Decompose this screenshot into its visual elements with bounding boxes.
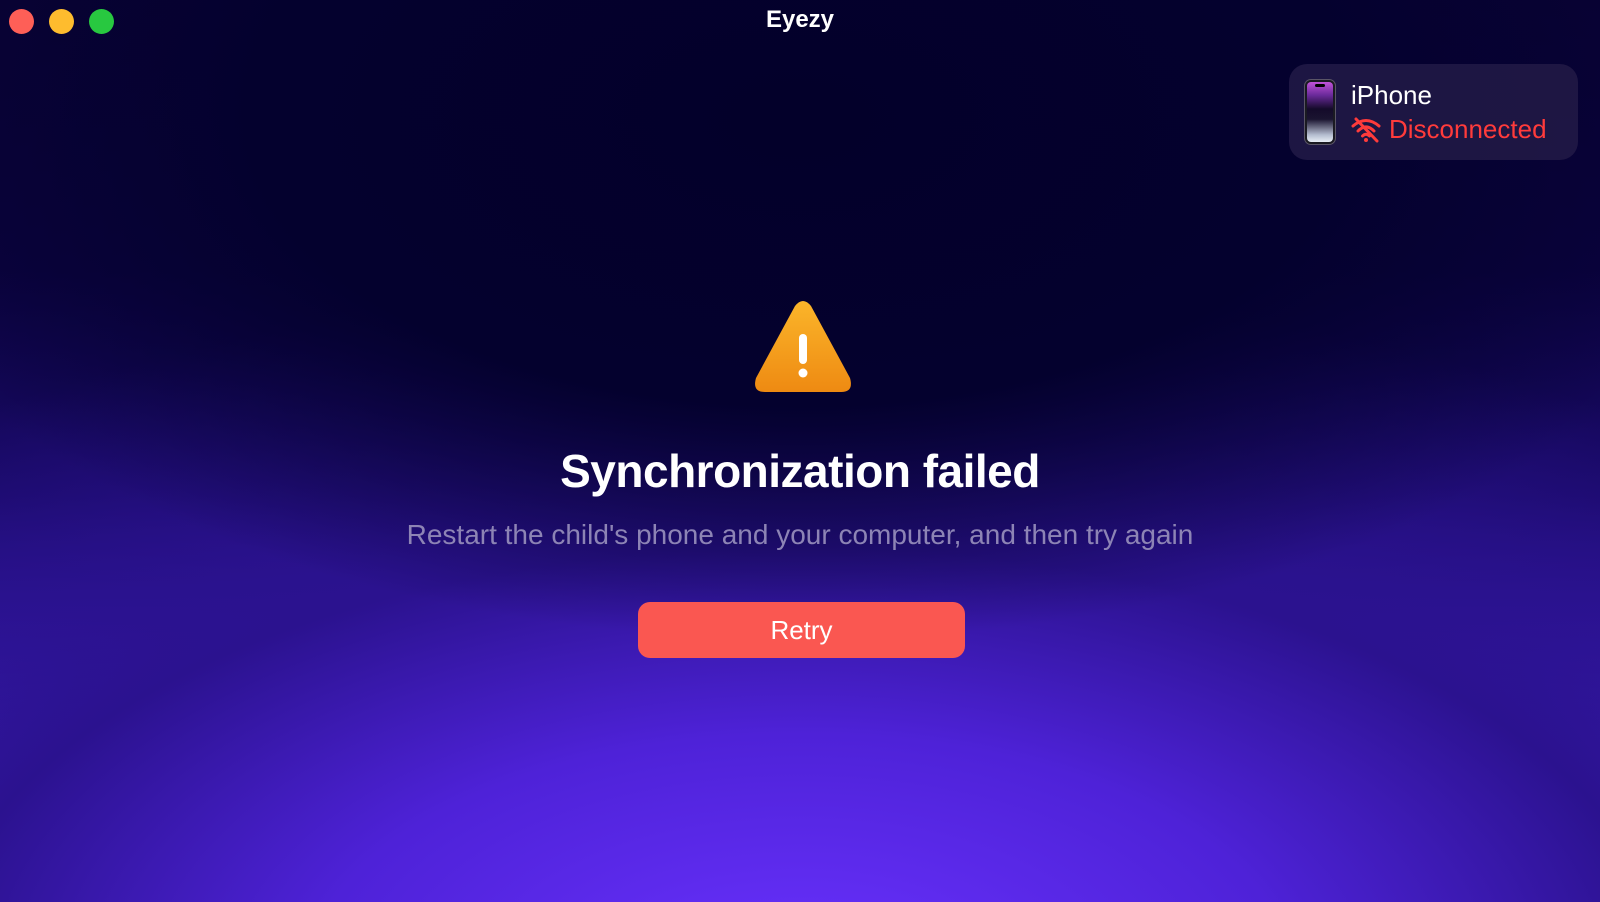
iphone-icon — [1305, 80, 1335, 144]
error-title: Synchronization failed — [560, 445, 1040, 497]
warning-icon — [755, 301, 851, 392]
retry-button[interactable]: Retry — [638, 602, 965, 658]
title-bar: Eyezy — [0, 0, 1600, 42]
device-name: iPhone — [1351, 80, 1432, 110]
window-title: Eyezy — [765, 6, 835, 33]
app-window: Eyezy iPhone Disconnected Synchronizatio… — [0, 0, 1600, 902]
device-status-label: Disconnected — [1389, 114, 1547, 144]
device-connection-status: Disconnected — [1351, 114, 1547, 145]
device-status-card[interactable]: iPhone Disconnected — [1289, 64, 1578, 160]
error-message: Restart the child's phone and your compu… — [406, 519, 1194, 550]
wifi-off-icon — [1351, 117, 1381, 142]
